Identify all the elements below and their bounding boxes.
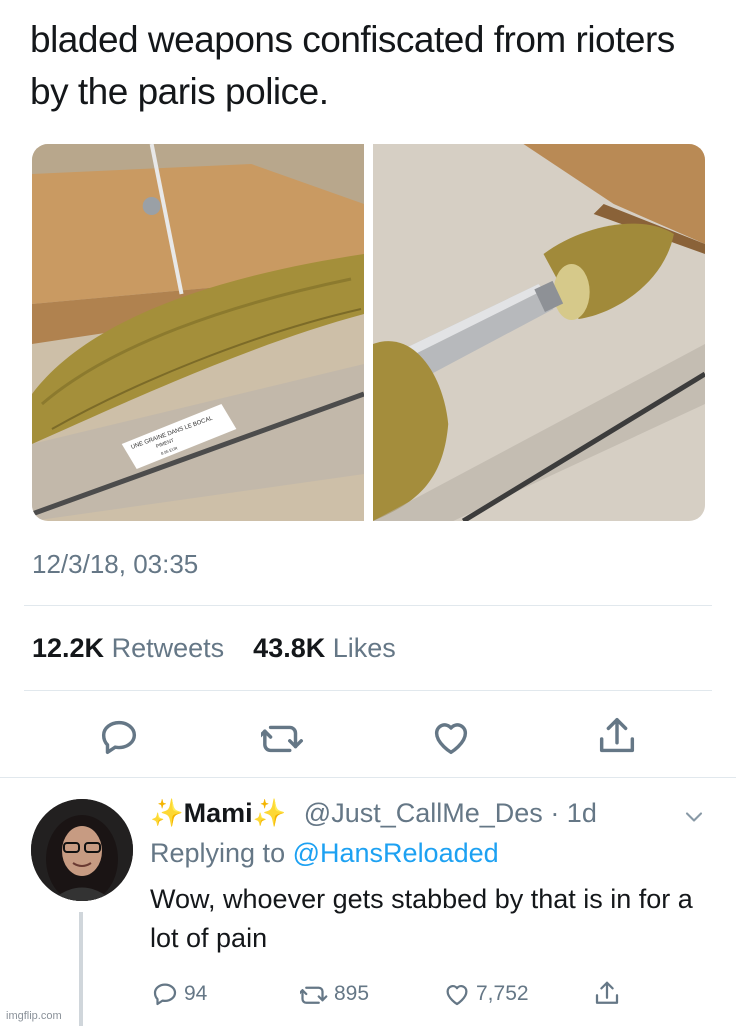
reply-author-name[interactable]: Mami: [184, 798, 253, 828]
retweets-count[interactable]: 12.2K: [32, 633, 104, 663]
watermark: imgflip.com: [6, 1010, 62, 1022]
section-divider: [0, 777, 736, 778]
tweet-actions: [0, 714, 736, 762]
reply-icon: [101, 720, 137, 755]
retweet-button[interactable]: [257, 714, 307, 760]
replying-prefix: Replying to: [150, 838, 286, 868]
reply-time: · 1d: [550, 798, 597, 828]
photo-baguette-board[interactable]: UNE GRAINE DANS LE BOCAL PIMENT 8.95 EUR: [32, 144, 364, 521]
reply-share-button[interactable]: [592, 979, 622, 1009]
chevron-down-icon: [685, 812, 703, 822]
reply-author-handle[interactable]: @Just_CallMe_Des: [304, 798, 543, 828]
retweets-label[interactable]: Retweets: [112, 633, 225, 663]
reply-like-button[interactable]: 7,752: [442, 979, 529, 1009]
photo-baguette-knife[interactable]: [373, 144, 705, 521]
reply-icon: [153, 983, 177, 1006]
reply-actions: 94 895 7,752: [0, 979, 736, 1013]
like-icon: [434, 723, 468, 755]
sparkle-icon: ✨: [252, 798, 287, 828]
tweet-timestamp: 12/3/18, 03:35: [32, 549, 199, 579]
reply-text: Wow, whoever gets stabbed by that is in …: [150, 884, 693, 953]
like-count: 7,752: [476, 982, 529, 1005]
likes-label[interactable]: Likes: [333, 633, 396, 663]
divider: [24, 605, 712, 606]
tweet-stats: 12.2K Retweets 43.8K Likes: [32, 633, 396, 664]
likes-count[interactable]: 43.8K: [253, 633, 325, 663]
reply-button[interactable]: [96, 714, 142, 760]
replying-mention-link[interactable]: @HansReloaded: [293, 838, 499, 868]
sparkle-icon: ✨: [150, 798, 184, 828]
tweet-text: bladed weapons confiscated from rioters …: [30, 19, 675, 112]
share-button[interactable]: [594, 714, 640, 760]
divider: [24, 690, 712, 691]
retweet-icon: [257, 725, 303, 753]
retweet-count: 895: [334, 982, 370, 1005]
reply-count: 94: [184, 982, 208, 1005]
replying-to: Replying to @HansReloaded: [150, 838, 499, 869]
tweet-media[interactable]: UNE GRAINE DANS LE BOCAL PIMENT 8.95 EUR: [32, 144, 705, 521]
share-icon: [595, 981, 619, 1004]
reply-reply-button[interactable]: 94: [150, 979, 207, 1009]
avatar[interactable]: [31, 799, 133, 901]
like-button[interactable]: [428, 714, 474, 760]
share-icon: [599, 718, 635, 753]
retweet-icon: [300, 986, 328, 1004]
like-icon: [446, 985, 468, 1006]
more-options-button[interactable]: [680, 803, 708, 831]
reply-header: ✨Mami✨ @Just_CallMe_Des · 1d: [150, 797, 597, 829]
reply-retweet-button[interactable]: 895: [300, 979, 369, 1009]
